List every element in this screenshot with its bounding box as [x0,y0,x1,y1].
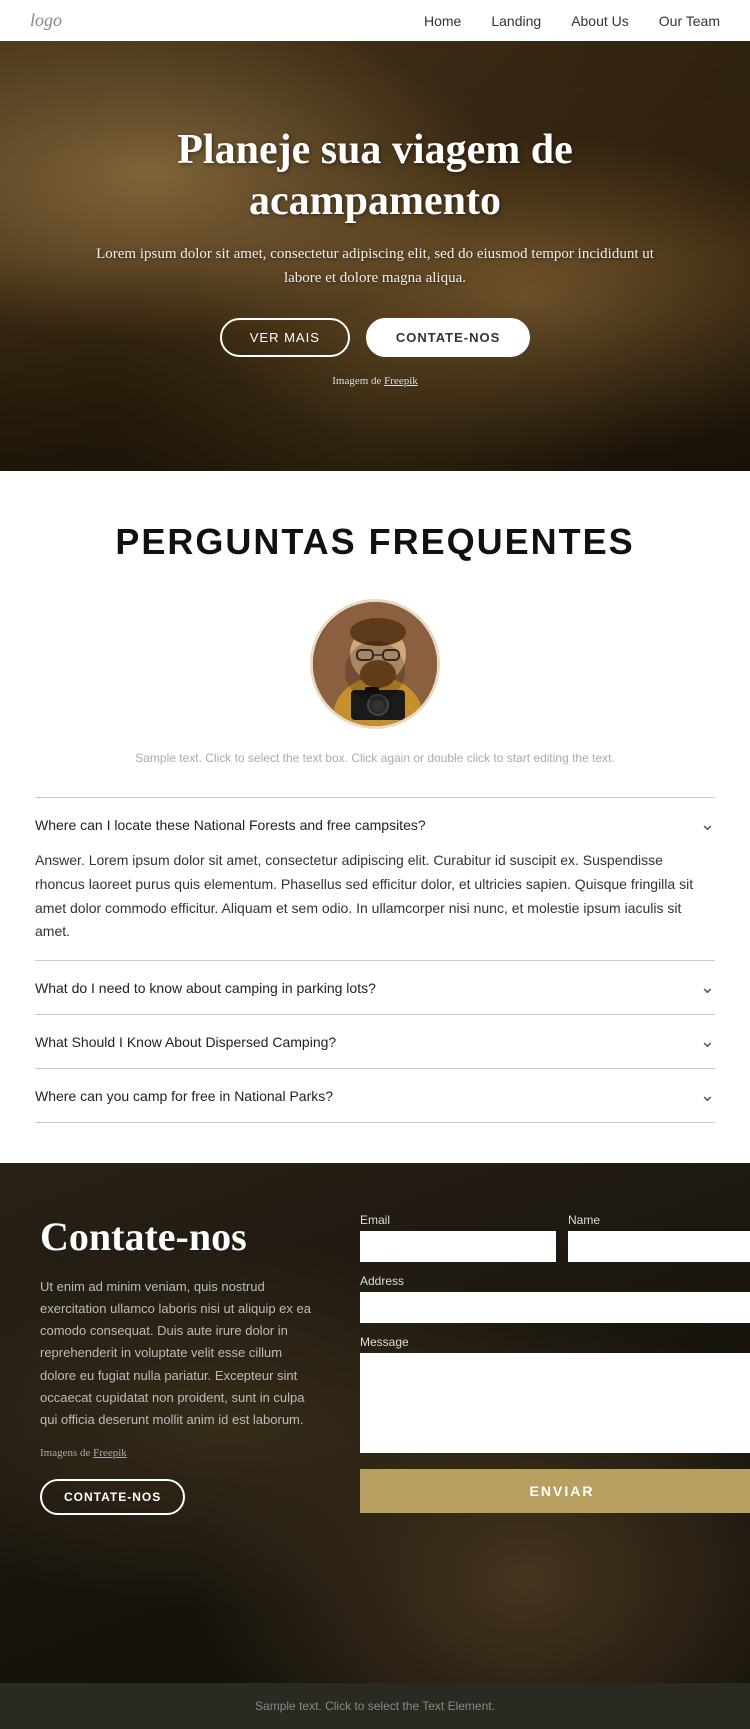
contact-left: Contate-nos Ut enim ad minim veniam, qui… [40,1213,320,1515]
contact-credit-link[interactable]: Freepik [93,1447,127,1459]
contact-description: Ut enim ad minim veniam, quis nostrud ex… [40,1276,320,1431]
message-group: Message [360,1335,750,1453]
message-label: Message [360,1335,750,1349]
faq-title: PERGUNTAS FREQUENTES [30,521,720,563]
nav-home[interactable]: Home [424,13,461,29]
hero-credit: Imagem de Freepik [95,375,655,387]
message-textarea[interactable] [360,1353,750,1453]
form-row-2: Address [360,1274,750,1323]
faq-item: What Should I Know About Dispersed Campi… [35,1015,715,1069]
faq-item: Where can you camp for free in National … [35,1069,715,1123]
submit-button[interactable]: ENVIAR [360,1469,750,1513]
nav-links: Home Landing About Us Our Team [424,13,720,29]
contact-title: Contate-nos [40,1213,320,1260]
hero-content: Planeje sua viagem de acampamento Lorem … [75,105,675,407]
contate-nos-hero-button[interactable]: CONTATE-NOS [366,318,530,357]
faq-avatar-image [313,602,437,726]
faq-answer-1: Answer. Lorem ipsum dolor sit amet, cons… [35,849,715,944]
hero-buttons: VER MAIS CONTATE-NOS [95,318,655,357]
ver-mais-button[interactable]: VER MAIS [220,318,350,357]
faq-avatar [310,599,440,729]
faq-question-text-3: What Should I Know About Dispersed Campi… [35,1034,336,1050]
footer-text: Sample text. Click to select the Text El… [16,1699,734,1713]
faq-question-3[interactable]: What Should I Know About Dispersed Campi… [35,1031,715,1052]
faq-chevron-1: ⌄ [700,814,715,835]
faq-avatar-wrapper [30,599,720,729]
footer: Sample text. Click to select the Text El… [0,1683,750,1729]
hero-section: Planeje sua viagem de acampamento Lorem … [0,41,750,471]
form-row-3: Message [360,1335,750,1453]
contact-form: Email Name Address Message ENVIAR [360,1213,750,1513]
hero-title: Planeje sua viagem de acampamento [95,125,655,226]
faq-chevron-3: ⌄ [700,1031,715,1052]
form-row-1: Email Name [360,1213,750,1262]
faq-question-text-2: What do I need to know about camping in … [35,980,376,996]
navbar: logo Home Landing About Us Our Team [0,0,750,41]
contact-credit: Imagens de Freepik [40,1447,320,1459]
contate-nos-button[interactable]: CONTATE-NOS [40,1479,185,1515]
faq-item: What do I need to know about camping in … [35,961,715,1015]
email-label: Email [360,1213,556,1227]
name-label: Name [568,1213,750,1227]
faq-list: Where can I locate these National Forest… [35,797,715,1123]
hero-credit-link[interactable]: Freepik [384,375,418,387]
faq-sample-text: Sample text. Click to select the text bo… [30,749,720,767]
hero-subtitle: Lorem ipsum dolor sit amet, consectetur … [95,242,655,290]
logo: logo [30,10,62,31]
address-label: Address [360,1274,750,1288]
email-input[interactable] [360,1231,556,1262]
nav-about[interactable]: About Us [571,13,629,29]
faq-chevron-4: ⌄ [700,1085,715,1106]
faq-item: Where can I locate these National Forest… [35,797,715,961]
name-group: Name [568,1213,750,1262]
address-group: Address [360,1274,750,1323]
faq-question-1[interactable]: Where can I locate these National Forest… [35,814,715,835]
faq-question-text-4: Where can you camp for free in National … [35,1088,333,1104]
faq-question-2[interactable]: What do I need to know about camping in … [35,977,715,998]
faq-chevron-2: ⌄ [700,977,715,998]
contact-section: Contate-nos Ut enim ad minim veniam, qui… [0,1163,750,1683]
nav-team[interactable]: Our Team [659,13,720,29]
faq-question-4[interactable]: Where can you camp for free in National … [35,1085,715,1106]
address-input[interactable] [360,1292,750,1323]
name-input[interactable] [568,1231,750,1262]
email-group: Email [360,1213,556,1262]
nav-landing[interactable]: Landing [491,13,541,29]
faq-question-text-1: Where can I locate these National Forest… [35,817,426,833]
faq-section: PERGUNTAS FREQUENTES [0,471,750,1163]
